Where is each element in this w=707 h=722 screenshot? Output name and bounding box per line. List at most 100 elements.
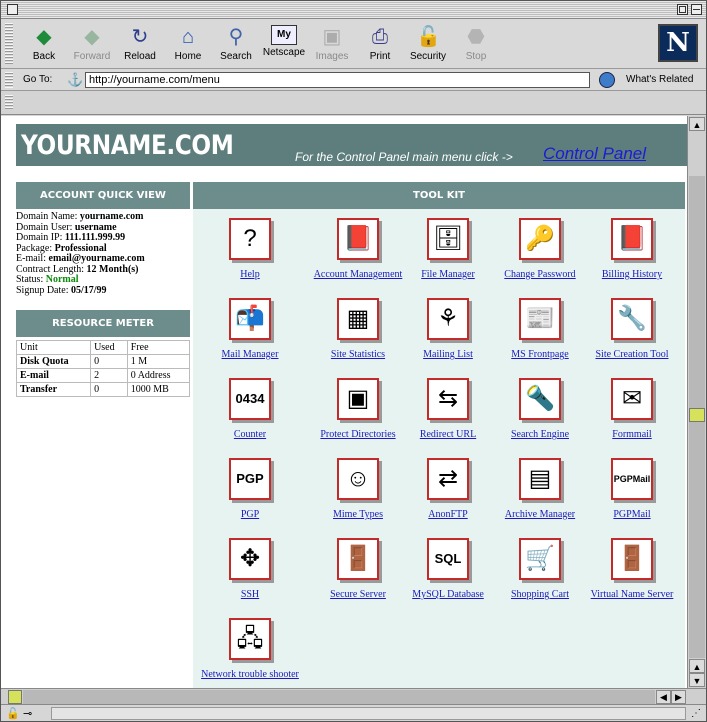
mailing-list-icon[interactable]: ⚘ <box>427 298 469 340</box>
flashlight-icon[interactable]: 🔦 <box>519 378 561 420</box>
pgp-icon[interactable]: PGP <box>229 458 271 500</box>
tool-network-trouble-shooter[interactable]: 🖧 Network trouble shooter <box>195 618 305 680</box>
tool-ssh[interactable]: ✥ SSH <box>195 538 305 600</box>
name-server-door-icon[interactable]: 🚪 <box>611 538 653 580</box>
security-button[interactable]: 🔓 Security <box>403 25 453 67</box>
whats-related-button[interactable]: What's Related <box>626 74 694 85</box>
archive-vise-icon[interactable]: ▤ <box>519 458 561 500</box>
tool-link[interactable]: Mail Manager <box>195 349 305 360</box>
wrench-icon[interactable]: 🔧 <box>611 298 653 340</box>
vertical-scrollbar[interactable]: ▲ ▲ ▼ <box>687 116 706 688</box>
home-button[interactable]: ⌂ Home <box>163 25 213 67</box>
netscape-logo[interactable]: N <box>658 24 698 62</box>
file-cabinet-icon[interactable]: 🗄 <box>427 218 469 260</box>
tool-link[interactable]: Billing History <box>577 269 687 280</box>
url-input[interactable]: http://yourname.com/menu <box>85 72 590 88</box>
tool-virtual-name-server[interactable]: 🚪 Virtual Name Server <box>577 538 687 600</box>
mysql-icon[interactable]: SQL <box>427 538 469 580</box>
security-status-icon[interactable]: 🔓 <box>6 707 20 720</box>
tool-formmail[interactable]: ✉ Formmail <box>577 378 687 440</box>
print-button[interactable]: ⎙ Print <box>355 25 405 67</box>
tool-pgp[interactable]: PGP PGP <box>195 458 305 520</box>
status-bar: 🔓 ⊸ ⋰ <box>1 704 706 721</box>
stop-button[interactable]: ⬣ Stop <box>451 25 501 67</box>
tool-link[interactable]: Formmail <box>577 429 687 440</box>
tool-mail-manager[interactable]: 📬 Mail Manager <box>195 298 305 360</box>
newspaper-icon[interactable]: 📰 <box>519 298 561 340</box>
bookmark-icon[interactable]: ⚓ <box>67 72 83 88</box>
location-bar: Go To: ⚓ http://yourname.com/menu What's… <box>1 69 706 91</box>
images-button[interactable]: ▣ Images <box>307 25 357 67</box>
scroll-down-arrow[interactable]: ▼ <box>689 673 705 687</box>
tool-glyph: ⇆ <box>437 385 459 412</box>
horizontal-scroll-thumb[interactable] <box>8 690 22 704</box>
counter-icon[interactable]: 0434 <box>229 378 271 420</box>
scroll-left-arrow[interactable]: ◀ <box>656 690 671 704</box>
ftp-server-icon[interactable]: ⇄ <box>427 458 469 500</box>
tool-help[interactable]: ? Help <box>195 218 305 280</box>
mailbox-icon[interactable]: 📬 <box>229 298 271 340</box>
whats-related-icon[interactable] <box>599 72 615 88</box>
collapse-box[interactable] <box>691 4 702 15</box>
personal-toolbar-grip[interactable] <box>5 95 13 109</box>
tool-link[interactable]: Help <box>195 269 305 280</box>
horizontal-scrollbar[interactable]: ◀ ▶ <box>1 688 706 704</box>
billing-book-icon[interactable]: 📕 <box>611 218 653 260</box>
netscape-button[interactable]: My Netscape <box>259 25 309 67</box>
tool-link[interactable]: Network trouble shooter <box>195 669 305 680</box>
vertical-scroll-thumb[interactable] <box>689 408 705 422</box>
tool-billing-history[interactable]: 📕 Billing History <box>577 218 687 280</box>
location-grip[interactable] <box>5 72 13 88</box>
used-cell: 0 <box>90 354 128 369</box>
scroll-up-top-arrow[interactable]: ▲ <box>689 117 705 131</box>
signup-label: Signup Date: <box>16 284 69 296</box>
statistics-cube-icon[interactable]: ▦ <box>337 298 379 340</box>
tool-site-creation-tool[interactable]: 🔧 Site Creation Tool <box>577 298 687 360</box>
tool-glyph: SQL <box>434 551 462 566</box>
tool-link[interactable]: SSH <box>195 589 305 600</box>
forward-button[interactable]: ◆ Forward <box>67 25 117 67</box>
zoom-box[interactable] <box>677 4 688 15</box>
package-value: Professional <box>54 242 107 254</box>
search-button[interactable]: ⚲ Search <box>211 25 261 67</box>
secure-door-icon[interactable]: 🚪 <box>337 538 379 580</box>
tool-counter[interactable]: 0434 Counter <box>195 378 305 440</box>
tool-link[interactable]: Site Creation Tool <box>577 349 687 360</box>
account-book-icon[interactable]: 📕 <box>337 218 379 260</box>
horizontal-scroll-track[interactable] <box>23 690 655 704</box>
control-panel-prompt: For the Control Panel main menu click -> <box>295 150 513 164</box>
pgpmail-icon[interactable]: PGPMail <box>611 458 653 500</box>
print-icon: ⎙ <box>372 26 388 48</box>
ssh-arrows-icon[interactable]: ✥ <box>229 538 271 580</box>
toolbar-grip[interactable] <box>5 23 13 65</box>
reload-button[interactable]: ↻ Reload <box>115 25 165 67</box>
control-panel-link[interactable]: Control Panel <box>543 144 646 164</box>
shopping-cart-icon[interactable]: 🛒 <box>519 538 561 580</box>
safe-icon[interactable]: ▣ <box>337 378 379 420</box>
redirect-arrows-icon[interactable]: ⇆ <box>427 378 469 420</box>
browser-window: ◆ Back ◆ Forward ↻ Reload ⌂ Home ⚲ Searc… <box>0 0 707 722</box>
home-label: Home <box>174 51 202 62</box>
formmail-icon[interactable]: ✉ <box>611 378 653 420</box>
mime-character-icon[interactable]: ☺ <box>337 458 379 500</box>
used-cell: 0 <box>90 382 128 397</box>
tool-link[interactable]: Virtual Name Server <box>577 589 687 600</box>
domain-user-value: username <box>74 221 117 233</box>
key-icon[interactable]: 🔑 <box>519 218 561 260</box>
tool-glyph: 🔧 <box>617 305 647 332</box>
help-sign-icon[interactable]: ? <box>229 218 271 260</box>
column-header: Used <box>90 340 128 355</box>
close-box[interactable] <box>7 4 18 15</box>
back-button[interactable]: ◆ Back <box>19 25 69 67</box>
tool-link[interactable]: PGP <box>195 509 305 520</box>
account-info: Domain Name: yourname.com Domain User: u… <box>16 209 192 296</box>
network-computers-icon[interactable]: 🖧 <box>229 618 271 660</box>
resize-grip-icon[interactable]: ⋰ <box>691 708 701 719</box>
title-bar[interactable] <box>1 1 706 19</box>
tool-pgpmail[interactable]: PGPMail PGPMail <box>577 458 687 520</box>
tool-link[interactable]: PGPMail <box>577 509 687 520</box>
scroll-right-arrow[interactable]: ▶ <box>671 690 686 704</box>
tool-link[interactable]: Counter <box>195 429 305 440</box>
scroll-up-arrow[interactable]: ▲ <box>689 659 705 673</box>
goto-label: Go To: <box>23 74 53 85</box>
